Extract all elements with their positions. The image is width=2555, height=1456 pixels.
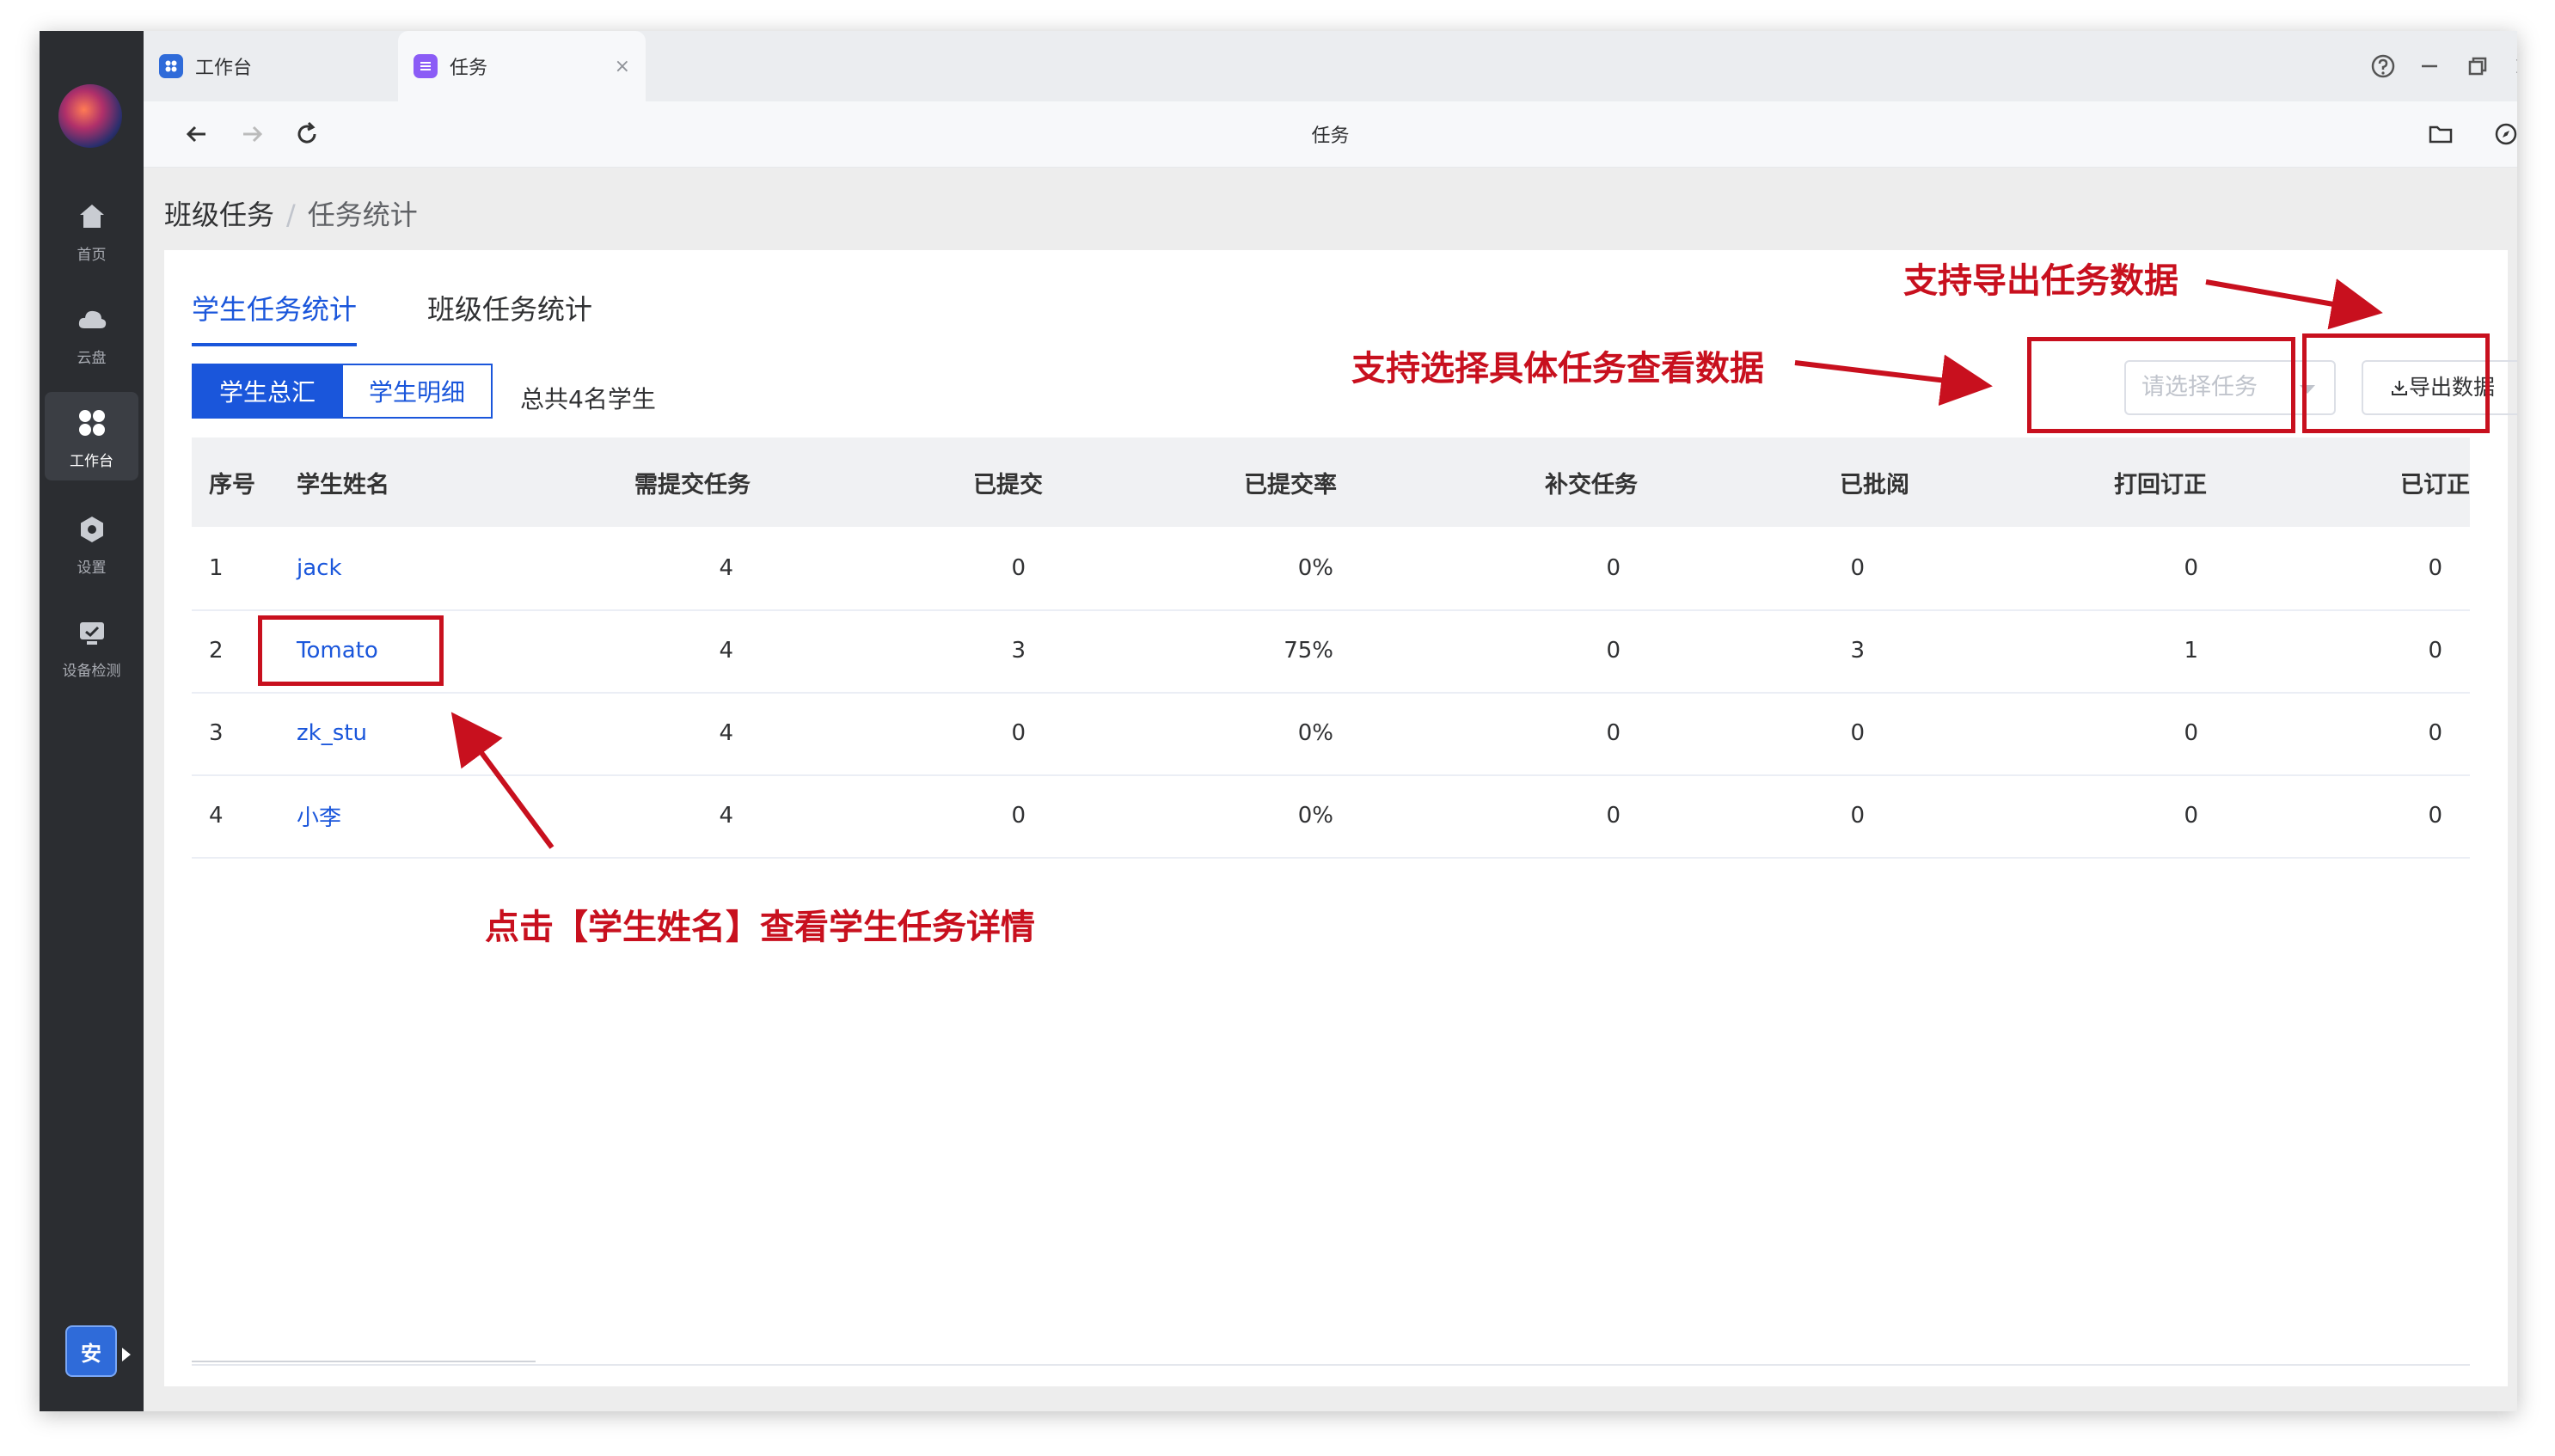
export-arrow xyxy=(2205,278,2383,330)
annotation-arrows xyxy=(450,278,2383,849)
select-arrow xyxy=(1794,354,1993,407)
name-arrow xyxy=(450,712,555,849)
